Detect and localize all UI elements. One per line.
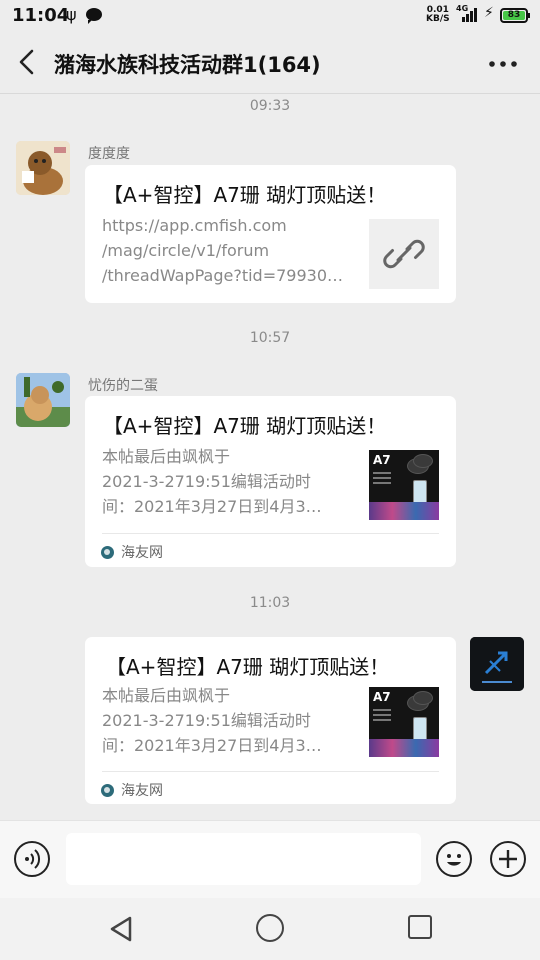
link-card[interactable]: 【A+智控】A7珊 瑚灯顶贴送！ https://app.cmfish.com … (85, 165, 456, 303)
more-dots-icon (489, 61, 517, 67)
card-description-line: /threadWapPage?tid=79930… (102, 266, 343, 285)
usb-icon: ψ (66, 5, 77, 24)
signal-icon (462, 8, 478, 22)
status-bar: 11:04 ψ 0.01 KB/S 4G ⚡ 83 (0, 0, 540, 32)
chat-title: 潴海水族科技活动群1(164) (54, 53, 321, 77)
chevron-left-icon (19, 49, 34, 75)
avatar[interactable] (16, 373, 70, 427)
net-speed-unit: KB/S (426, 14, 450, 24)
message-timestamp: 09:33 (249, 98, 291, 114)
card-description-line: 2021-3-2719:51编辑活动时 (102, 472, 311, 491)
message-timestamp: 11:03 (249, 595, 291, 611)
sender-name: 度度度 (88, 146, 130, 162)
card-thumbnail: A7 (369, 450, 439, 520)
avatar[interactable] (16, 141, 70, 195)
battery-level: 83 (503, 11, 525, 20)
card-title: 【A+智控】A7珊 瑚灯顶贴送！ (103, 414, 387, 438)
card-divider (102, 533, 439, 534)
more-button[interactable] (488, 52, 518, 76)
card-thumbnail (369, 219, 439, 289)
card-source-label: 海友网 (121, 783, 163, 799)
input-bar (0, 820, 540, 898)
message-timestamp: 10:57 (249, 330, 291, 346)
card-title: 【A+智控】A7珊 瑚灯顶贴送！ (106, 655, 390, 679)
source-logo-icon (101, 783, 114, 797)
plus-icon (499, 850, 517, 868)
chat-message-list[interactable]: 09:33 度度度 【A+智控】A7珊 瑚灯顶贴送！ https://app.c… (0, 95, 540, 820)
charging-icon: ⚡ (484, 5, 494, 21)
more-functions-button[interactable] (490, 841, 526, 877)
thumbnail-label: A7 (373, 453, 391, 467)
emoji-icon (447, 854, 461, 866)
source-logo-icon (101, 545, 114, 559)
my-avatar[interactable] (470, 637, 524, 691)
battery-icon: 83 (500, 8, 530, 23)
system-nav-bar (0, 898, 540, 960)
card-description-line: https://app.cmfish.com (102, 216, 287, 235)
card-description: 本帖最后由飒枫于 2021-3-2719:51编辑活动时 间：2021年3月27… (102, 683, 357, 758)
triangle-back-icon (110, 916, 132, 942)
card-description: 本帖最后由飒枫于 2021-3-2719:51编辑活动时 间：2021年3月27… (102, 444, 357, 519)
card-thumbnail: A7 (369, 687, 439, 757)
card-description-line: 2021-3-2719:51编辑活动时 (102, 711, 311, 730)
voice-icon (25, 849, 41, 869)
link-card[interactable]: 【A+智控】A7珊 瑚灯顶贴送！ 本帖最后由飒枫于 2021-3-2719:51… (85, 637, 456, 804)
square-recent-icon[interactable] (408, 915, 432, 939)
emoji-button[interactable] (436, 841, 472, 877)
link-icon (383, 239, 425, 269)
message-input[interactable] (66, 833, 421, 885)
back-button[interactable] (12, 46, 44, 78)
nav-back-button[interactable] (108, 915, 134, 943)
card-description-line: 间：2021年3月27日到4月3… (102, 736, 322, 755)
net-speed: 0.01 KB/S (426, 6, 450, 24)
card-source-label: 海友网 (121, 545, 163, 561)
status-time: 11:04 (12, 5, 70, 26)
thumbnail-label: A7 (373, 690, 391, 704)
card-description-line: /mag/circle/v1/forum (102, 241, 270, 260)
card-description-line: 间：2021年3月27日到4月3… (102, 497, 322, 516)
card-description: https://app.cmfish.com /mag/circle/v1/fo… (102, 213, 357, 288)
chat-header: 潴海水族科技活动群1(164) (0, 32, 540, 94)
card-title: 【A+智控】A7珊 瑚灯顶贴送！ (103, 183, 387, 207)
voice-button[interactable] (14, 841, 50, 877)
link-card[interactable]: 【A+智控】A7珊 瑚灯顶贴送！ 本帖最后由飒枫于 2021-3-2719:51… (85, 396, 456, 567)
sender-name: 忧伤的二蛋 (88, 378, 158, 394)
card-divider (102, 771, 439, 772)
card-description-line: 本帖最后由飒枫于 (102, 686, 231, 705)
card-description-line: 本帖最后由飒枫于 (102, 447, 231, 466)
card-source: 海友网 (101, 542, 163, 562)
message-notification-icon (86, 8, 102, 24)
circle-home-icon[interactable] (256, 914, 284, 942)
card-source: 海友网 (101, 780, 163, 800)
